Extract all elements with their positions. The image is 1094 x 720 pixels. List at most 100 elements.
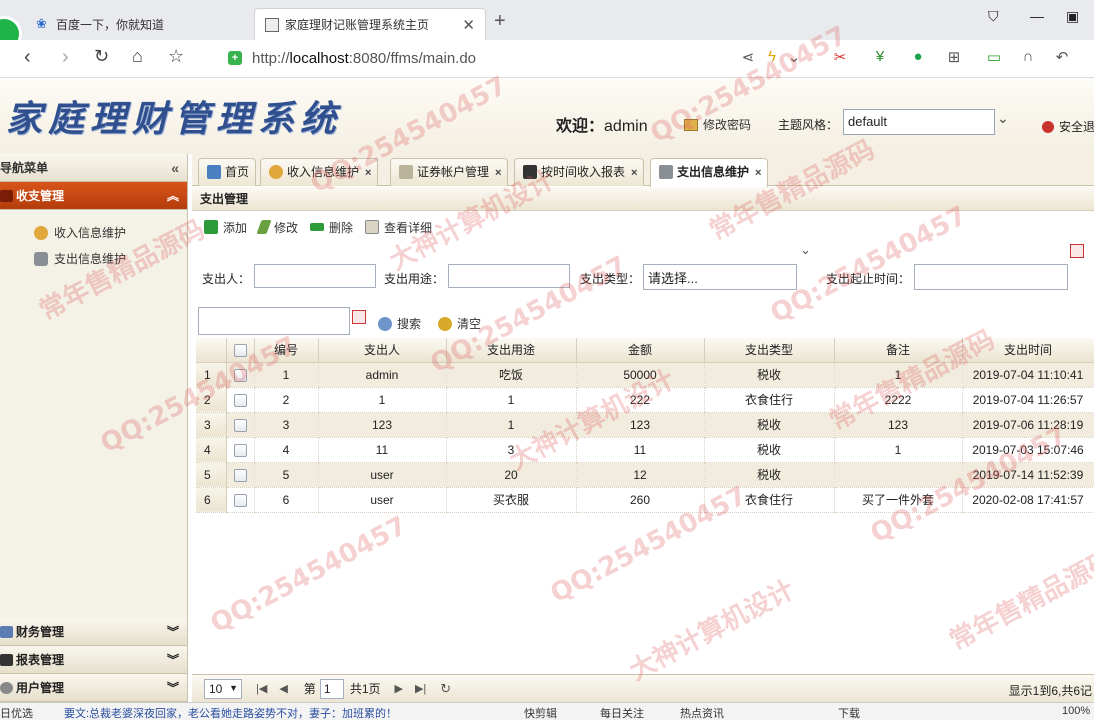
sidebar-item-expense[interactable]: 支出信息维护: [0, 246, 187, 272]
tab-income-report[interactable]: 按时间收入报表 ×: [514, 158, 645, 186]
forward-button[interactable]: ›: [62, 46, 69, 69]
tab-securities[interactable]: 证券帐户管理 ×: [390, 158, 509, 186]
row-checkbox-cell[interactable]: [226, 462, 255, 488]
table-row[interactable]: 3 3 123 1 123 税收 123 2019-07-06 11:28:19: [196, 412, 1094, 438]
table-row[interactable]: 5 5 user 20 12 税收 2019-07-14 11:52:39: [196, 462, 1094, 488]
maximize-button[interactable]: ▣: [1066, 8, 1079, 25]
dropdown-chevron-icon[interactable]: ⌄: [784, 48, 804, 68]
status-tool-4[interactable]: 下载: [838, 705, 860, 720]
browser-tab-baidu[interactable]: ❀ 百度一下，你就知道: [26, 8, 254, 40]
scissors-icon[interactable]: ✂: [830, 48, 850, 68]
column-header[interactable]: 备注: [834, 338, 963, 363]
green-circle-icon[interactable]: ●: [908, 48, 928, 68]
back-button[interactable]: ‹: [24, 46, 31, 69]
last-page-button[interactable]: ▶|: [415, 682, 426, 695]
status-tool-3[interactable]: 热点资讯: [680, 705, 724, 720]
zoom-level[interactable]: 100%: [1062, 705, 1090, 717]
edit-button[interactable]: 修改: [256, 219, 298, 236]
row-checkbox-cell[interactable]: [226, 362, 255, 388]
column-header[interactable]: 编号: [254, 338, 319, 363]
sidebar-section-reports[interactable]: 报表管理 ︾: [0, 646, 187, 674]
row-checkbox[interactable]: [233, 368, 247, 382]
reload-button[interactable]: ↻: [94, 46, 109, 67]
table-row[interactable]: 6 6 user 买衣服 260 衣食住行 买了一件外套 2020-02-08 …: [196, 487, 1094, 513]
end-date-input[interactable]: [198, 307, 350, 335]
lightning-icon[interactable]: ϟ: [762, 48, 782, 68]
theme-select[interactable]: default: [843, 109, 995, 135]
column-header[interactable]: 支出时间: [962, 338, 1094, 363]
first-page-button[interactable]: |◀: [256, 682, 267, 695]
minimize-button[interactable]: —: [1030, 8, 1044, 24]
status-tool-2[interactable]: 每日关注: [600, 705, 644, 720]
share-icon[interactable]: ⋖: [738, 48, 758, 68]
battery-icon[interactable]: ▭: [984, 48, 1004, 68]
tab-home[interactable]: 首页: [198, 158, 257, 186]
column-header[interactable]: 支出类型: [704, 338, 835, 363]
page-size-select[interactable]: 10: [204, 678, 242, 699]
status-tool-1[interactable]: 快剪辑: [524, 705, 557, 720]
row-checkbox[interactable]: [233, 393, 247, 407]
undo-icon[interactable]: ↶: [1052, 48, 1072, 68]
change-password-link[interactable]: 修改密码: [684, 116, 751, 133]
sidebar-section-users[interactable]: 用户管理 ︾: [0, 674, 187, 702]
row-checkbox[interactable]: [233, 468, 247, 482]
status-left[interactable]: 日优选: [0, 705, 33, 720]
search-button[interactable]: 搜索: [378, 315, 421, 332]
tab-expense[interactable]: 支出信息维护 ×: [650, 158, 769, 187]
start-date-input[interactable]: [914, 264, 1068, 290]
page-number-input[interactable]: 1: [319, 678, 344, 699]
url-field[interactable]: + http://localhost:8080/ffms/main.do: [222, 45, 742, 71]
table-row[interactable]: 1 1 admin 吃饭 50000 税收 1 2019-07-04 11:10…: [196, 362, 1094, 388]
delete-button[interactable]: 删除: [310, 219, 353, 236]
select-all-checkbox[interactable]: [226, 338, 255, 363]
close-tab-icon[interactable]: ✕: [462, 16, 475, 34]
new-tab-button[interactable]: +: [494, 10, 506, 33]
shield-yen-icon[interactable]: ¥: [870, 48, 890, 68]
row-checkbox-cell[interactable]: [226, 387, 255, 413]
close-tab-icon[interactable]: ×: [631, 167, 637, 179]
apps-grid-icon[interactable]: ⊞: [944, 48, 964, 68]
column-header[interactable]: 支出用途: [446, 338, 577, 363]
payer-input[interactable]: [254, 264, 376, 288]
view-details-button[interactable]: 查看详细: [365, 219, 432, 236]
table-row[interactable]: 2 2 1 1 222 衣食住行 2222 2019-07-04 11:26:5…: [196, 387, 1094, 413]
theme-dropdown-icon[interactable]: ⌄: [997, 110, 1009, 127]
row-checkbox[interactable]: [233, 493, 247, 507]
sidebar-item-income[interactable]: 收入信息维护: [0, 220, 187, 246]
table-row[interactable]: 4 4 11 3 11 税收 1 2019-07-03 15:07:46: [196, 437, 1094, 463]
home-button[interactable]: ⌂: [132, 46, 143, 67]
clear-button[interactable]: 清空: [438, 315, 481, 332]
headphones-icon[interactable]: ∩: [1018, 48, 1038, 68]
calendar-icon[interactable]: [1070, 244, 1084, 258]
column-header[interactable]: 支出人: [318, 338, 447, 363]
checkbox[interactable]: [233, 343, 247, 357]
bookmark-star-icon[interactable]: ☆: [168, 46, 184, 67]
close-tab-icon[interactable]: ×: [755, 167, 761, 179]
close-tab-icon[interactable]: ×: [365, 167, 371, 179]
column-header[interactable]: 金额: [576, 338, 705, 363]
calendar-icon[interactable]: [352, 310, 366, 324]
next-page-button[interactable]: ▶: [395, 682, 403, 695]
row-checkbox[interactable]: [233, 418, 247, 432]
row-checkbox-cell[interactable]: [226, 437, 255, 463]
sidebar-section-finance[interactable]: 财务管理 ︾: [0, 618, 187, 646]
refresh-icon[interactable]: ↻: [440, 681, 451, 697]
collapse-sidebar-icon[interactable]: «: [171, 154, 179, 182]
add-button[interactable]: 添加: [204, 219, 247, 236]
logout-link[interactable]: 安全退: [1042, 118, 1094, 135]
sidebar-section-income-expense[interactable]: 收支管理 ︽: [0, 182, 187, 210]
browser-tab-active[interactable]: 家庭理财记账管理系统主页 ✕: [254, 8, 486, 40]
row-checkbox-cell[interactable]: [226, 412, 255, 438]
close-tab-icon[interactable]: ×: [495, 167, 501, 179]
row-checkbox[interactable]: [233, 443, 247, 457]
type-select[interactable]: 请选择...: [643, 264, 797, 290]
row-checkbox-cell[interactable]: [226, 487, 255, 513]
type-dropdown-icon[interactable]: ⌄: [800, 242, 811, 258]
tab-income[interactable]: 收入信息维护 ×: [260, 158, 379, 186]
news-ticker[interactable]: 要文:总裁老婆深夜回家，老公看她走路姿势不对，妻子：加班累的！: [64, 705, 397, 720]
cell-payer: 123: [318, 412, 447, 438]
shirt-skin-icon[interactable]: ⛉: [988, 8, 999, 25]
prev-page-button[interactable]: ◀: [279, 682, 287, 695]
cell-purpose: 1: [446, 412, 577, 438]
purpose-input[interactable]: [448, 264, 570, 288]
